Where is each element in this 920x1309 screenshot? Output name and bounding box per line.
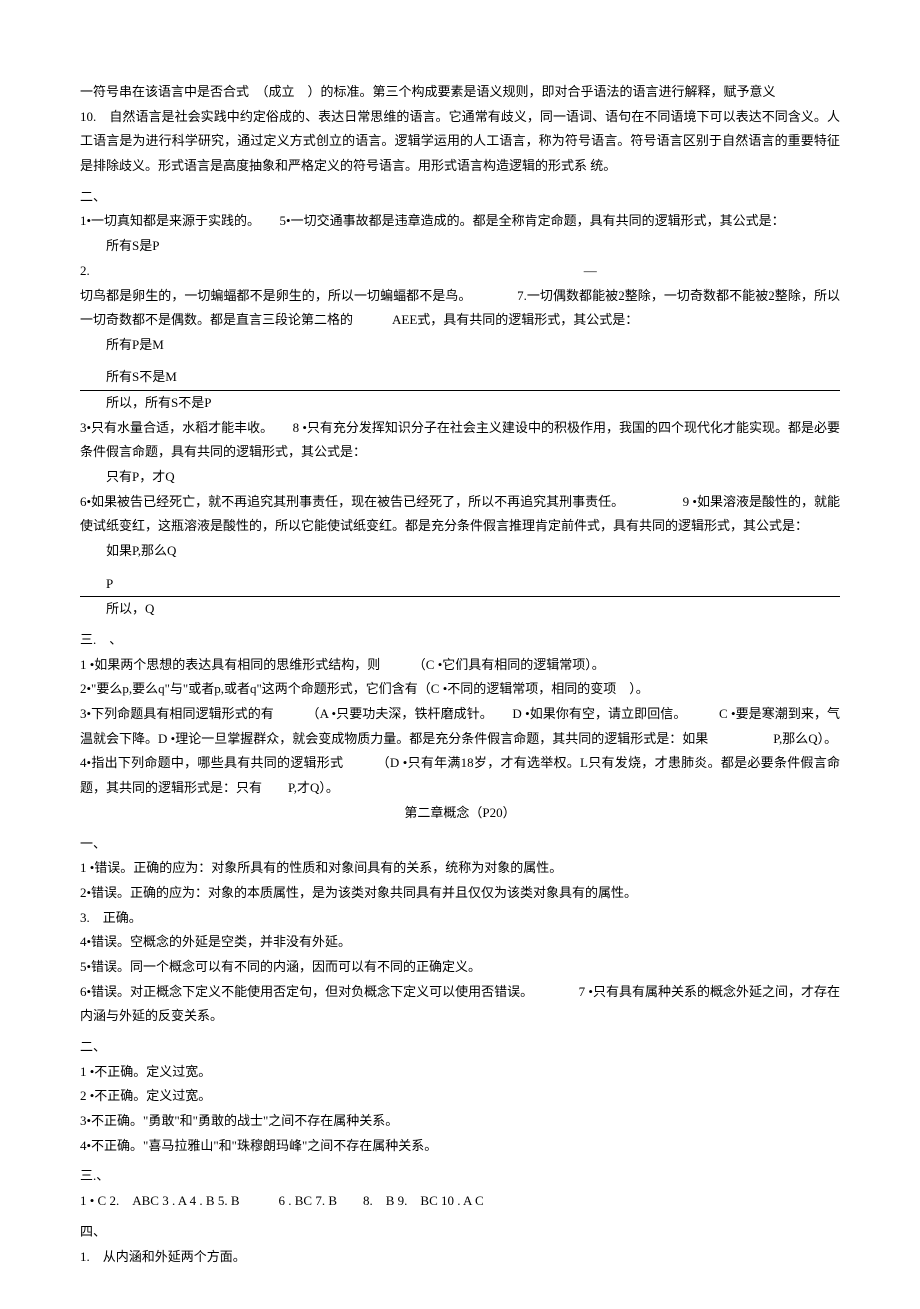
paragraph-rule-continuation: 一符号串在该语言中是否合式 （成立 ）的标准。第三个构成要素是语义规则，即对合乎… (80, 80, 840, 105)
chapter2-1-item3: 3. 正确。 (80, 906, 840, 931)
formula-2-6-line1: 如果P,那么Q (80, 539, 840, 564)
chapter2-1-item5: 5•错误。同一个概念可以有不同的内涵，因而可以有不同的正确定义。 (80, 955, 840, 980)
formula-2-6-line2: P (80, 572, 840, 598)
question-3-4: 4•指出下列命题中，哪些具有共同的逻辑形式 （D •只有年满18岁，才有选举权。… (80, 751, 840, 800)
formula-2-3: 只有P，才Q (80, 465, 840, 490)
section-header-3: 三. 、 (80, 628, 840, 653)
chapter2-4-item1: 1. 从内涵和外延两个方面。 (80, 1245, 840, 1270)
chapter-2-title: 第二章概念（P20） (80, 801, 840, 826)
chapter2-2-item4: 4•不正确。"喜马拉雅山"和"珠穆朗玛峰"之间不存在属种关系。 (80, 1134, 840, 1159)
chapter2-section-2-header: 二、 (80, 1035, 840, 1060)
chapter2-section-1-header: 一、 (80, 832, 840, 857)
question-3-1: 1 •如果两个思想的表达具有相同的思维形式结构，则 （C •它们具有相同的逻辑常… (80, 653, 840, 678)
chapter2-3-answers: 1 • C 2. ABC 3 . A 4 . B 5. B 6 . BC 7. … (80, 1189, 840, 1214)
question-2-1: 1•一切真知都是来源于实践的。 5•一切交通事故都是违章造成的。都是全称肯定命题… (80, 209, 840, 234)
spacer (80, 564, 840, 572)
formula-2-6-line3: 所以，Q (80, 597, 840, 622)
formula-2-2-line1: 所有P是M (80, 333, 840, 358)
question-3-3: 3•下列命题具有相同逻辑形式的有 （A •只要功夫深，铁杆磨成针。 D •如果你… (80, 702, 840, 751)
question-2-2a: 2. — (80, 259, 840, 284)
chapter2-2-item3: 3•不正确。"勇敢"和"勇敢的战士"之间不存在属种关系。 (80, 1109, 840, 1134)
section-header-2: 二、 (80, 185, 840, 210)
formula-2-1: 所有S是P (80, 234, 840, 259)
formula-2-2-line2: 所有S不是M (80, 365, 840, 391)
chapter2-section-3-header: 三.、 (80, 1164, 840, 1189)
chapter2-2-item2: 2 •不正确。定义过宽。 (80, 1084, 840, 1109)
question-2-2b: 切鸟都是卵生的，一切蝙蝠都不是卵生的，所以一切蝙蝠都不是鸟。 7.一切偶数都能被… (80, 284, 840, 333)
chapter2-1-item2: 2•错误。正确的应为：对象的本质属性，是为该类对象共同具有并且仅仅为该类对象具有… (80, 881, 840, 906)
chapter2-1-item1: 1 •错误。正确的应为：对象所具有的性质和对象间具有的关系，统称为对象的属性。 (80, 856, 840, 881)
chapter2-1-item6: 6•错误。对正概念下定义不能使用否定句，但对负概念下定义可以使用否错误。 7 •… (80, 980, 840, 1029)
question-2-6: 6•如果被告已经死亡，就不再追究其刑事责任，现在被告已经死了，所以不再追究其刑事… (80, 490, 840, 539)
chapter2-section-4-header: 四、 (80, 1220, 840, 1245)
formula-2-2-line3: 所以，所有S不是P (80, 391, 840, 416)
chapter2-2-item1: 1 •不正确。定义过宽。 (80, 1060, 840, 1085)
paragraph-item-10: 10. 自然语言是社会实践中约定俗成的、表达日常思维的语言。它通常有歧义，同一语… (80, 105, 840, 179)
question-2-3: 3•只有水量合适，水稻才能丰收。 8 •只有充分发挥知识分子在社会主义建设中的积… (80, 416, 840, 465)
question-3-2: 2•"要么p,要么q"与"或者p,或者q"这两个命题形式，它们含有（C •不同的… (80, 677, 840, 702)
spacer (80, 358, 840, 366)
chapter2-1-item4: 4•错误。空概念的外延是空类，并非没有外延。 (80, 930, 840, 955)
